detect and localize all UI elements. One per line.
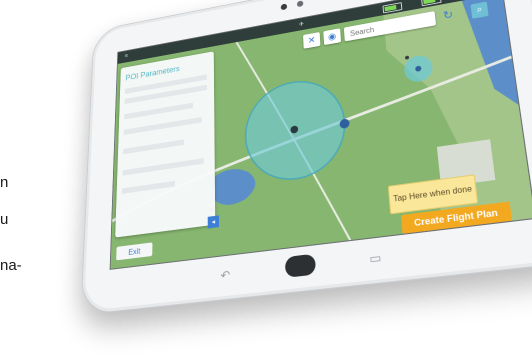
sensor-icon bbox=[296, 0, 304, 8]
search-icon[interactable]: ⌕ bbox=[470, 1, 489, 19]
tablet-scene: ≡ ✈ POI Parameters ◂ ✕ ◉ Search ↻ ⌕ Tap … bbox=[0, 0, 532, 362]
parameter-row[interactable] bbox=[123, 117, 202, 135]
panel-title: POI Parameters bbox=[125, 64, 180, 83]
tools-button[interactable]: ✕ bbox=[303, 32, 321, 49]
refresh-icon[interactable]: ↻ bbox=[442, 8, 454, 22]
app-screen: ≡ ✈ POI Parameters ◂ ✕ ◉ Search ↻ ⌕ Tap … bbox=[109, 0, 532, 270]
collapse-panel-button[interactable]: ◂ bbox=[207, 215, 220, 229]
recent-apps-button[interactable]: ▭ bbox=[369, 250, 382, 266]
menu-icon[interactable]: ≡ bbox=[124, 53, 128, 59]
parameter-row[interactable] bbox=[121, 180, 175, 194]
back-button[interactable]: ↶ bbox=[220, 268, 230, 283]
front-camera-icon bbox=[280, 3, 288, 11]
home-button[interactable] bbox=[284, 253, 317, 278]
parameter-row[interactable] bbox=[124, 102, 193, 120]
poi-parameters-panel: POI Parameters ◂ bbox=[115, 51, 220, 238]
tablet-device: ≡ ✈ POI Parameters ◂ ✕ ◉ Search ↻ ⌕ Tap … bbox=[80, 0, 532, 316]
parameter-row[interactable] bbox=[123, 139, 185, 155]
drone-icon: ✈ bbox=[298, 21, 305, 29]
parameter-row[interactable] bbox=[122, 158, 204, 176]
